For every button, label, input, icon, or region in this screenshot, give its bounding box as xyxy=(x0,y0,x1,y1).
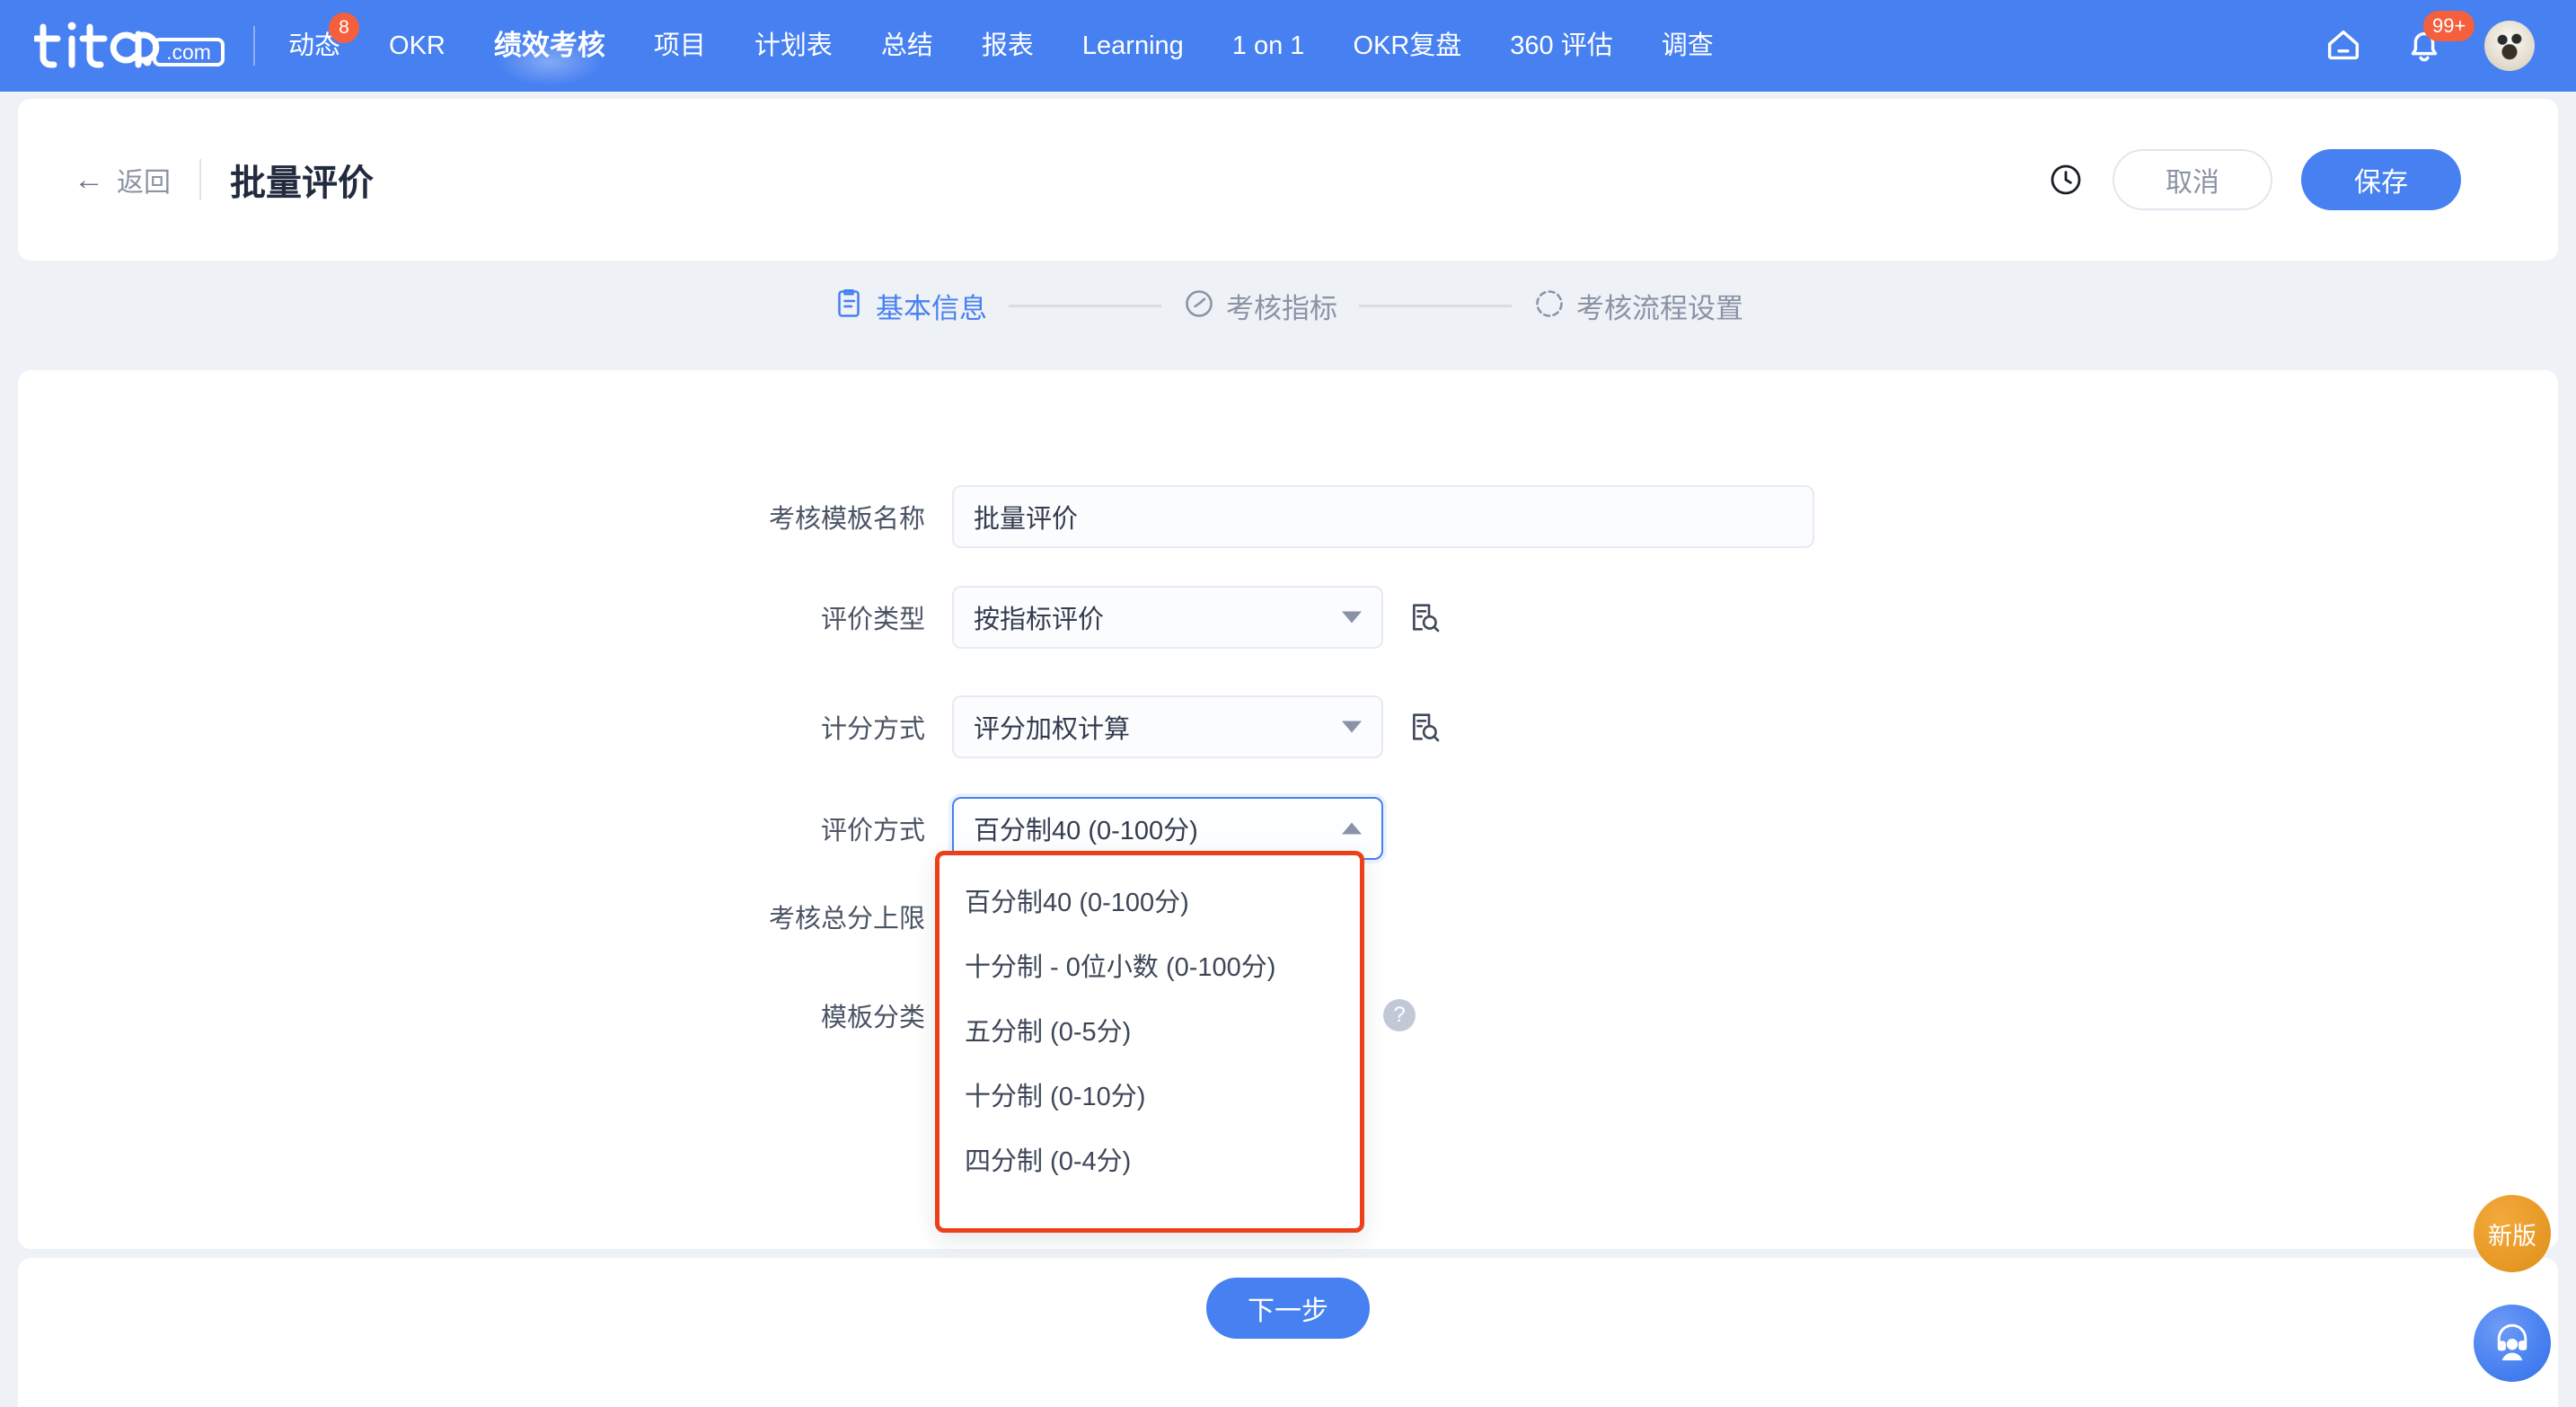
dropdown-option[interactable]: 百分制40 (0-100分) xyxy=(940,868,1360,933)
nav-items: 动态 8 OKR 绩效考核 项目 计划表 总结 报表 Learning 1 on… xyxy=(264,0,1738,92)
nav-item-okr[interactable]: OKR xyxy=(365,0,470,92)
step-label: 基本信息 xyxy=(876,293,987,324)
svg-text:.com: .com xyxy=(166,40,211,64)
eval-type-value: 按指标评价 xyxy=(974,606,1105,634)
dropdown-option[interactable]: 五分制 (0-5分) xyxy=(940,997,1360,1062)
clipboard-icon xyxy=(833,288,865,324)
field-row-eval-type: 评价类型 按指标评价 xyxy=(18,586,2558,649)
flow-icon xyxy=(1533,288,1566,324)
nav-item-project[interactable]: 项目 xyxy=(630,0,730,92)
nav-item-survey[interactable]: 调查 xyxy=(1637,0,1738,92)
eval-mode-value: 百分制40 (0-100分) xyxy=(974,817,1198,845)
nav-item-okr-review[interactable]: OKR复盘 xyxy=(1328,0,1486,92)
step-label: 考核指标 xyxy=(1226,293,1337,324)
nav-divider xyxy=(253,26,255,66)
template-category-label: 模板分类 xyxy=(820,1004,925,1032)
step-flow-settings[interactable]: 考核流程设置 xyxy=(1533,286,1743,326)
tita-logo[interactable]: .com xyxy=(34,18,234,74)
arrow-left-icon: ← xyxy=(74,163,104,197)
clock-icon[interactable] xyxy=(2048,162,2084,198)
chevron-down-icon xyxy=(1342,611,1362,624)
template-name-input[interactable]: 批量评价 xyxy=(952,485,1814,548)
new-version-badge[interactable]: 新版 xyxy=(2474,1195,2551,1272)
page-header-card: ← 返回 批量评价 取消 保存 xyxy=(18,99,2558,261)
step-connector xyxy=(1359,305,1512,307)
nav-item-one-on-one[interactable]: 1 on 1 xyxy=(1208,0,1329,92)
template-name-label: 考核模板名称 xyxy=(768,505,925,534)
avatar[interactable] xyxy=(2484,21,2535,71)
header-divider xyxy=(199,159,201,200)
nav-item-dongtai[interactable]: 动态 8 xyxy=(264,0,365,92)
doc-search-icon[interactable] xyxy=(1407,599,1442,635)
step-label: 考核流程设置 xyxy=(1576,293,1743,324)
nav-item-performance-review[interactable]: 绩效考核 xyxy=(470,0,630,92)
chevron-down-icon xyxy=(1342,721,1362,733)
question-icon[interactable]: ? xyxy=(1383,999,1416,1031)
score-method-value: 评分加权计算 xyxy=(974,715,1131,744)
eval-mode-label: 评价方式 xyxy=(820,817,925,845)
step-basic-info[interactable]: 基本信息 xyxy=(833,286,987,326)
nav-item-report[interactable]: 报表 xyxy=(957,0,1058,92)
header-actions: 取消 保存 xyxy=(2048,149,2461,210)
chevron-up-icon xyxy=(1342,822,1362,835)
nav-item-summary[interactable]: 总结 xyxy=(857,0,957,92)
nav-badge: 8 xyxy=(329,13,360,43)
step-assessment-metrics[interactable]: 考核指标 xyxy=(1183,286,1337,326)
page-title: 批量评价 xyxy=(230,164,374,203)
dropdown-option[interactable]: 十分制 (0-10分) xyxy=(940,1062,1360,1127)
headset-support-icon[interactable] xyxy=(2474,1305,2551,1382)
eval-mode-dropdown-panel: 百分制40 (0-100分) 十分制 - 0位小数 (0-100分) 五分制 (… xyxy=(935,851,1364,1233)
step-connector xyxy=(1009,305,1161,307)
target-icon xyxy=(1183,288,1215,324)
footer-card: 下一步 xyxy=(18,1258,2558,1407)
score-method-select[interactable]: 评分加权计算 xyxy=(952,695,1383,758)
doc-search-icon[interactable] xyxy=(1407,709,1442,745)
step-indicator: 基本信息 考核指标 考核流程设置 xyxy=(0,286,2576,326)
eval-type-label: 评价类型 xyxy=(820,606,925,634)
home-icon[interactable] xyxy=(2323,25,2364,66)
cancel-button[interactable]: 取消 xyxy=(2113,149,2272,210)
nav-item-plan[interactable]: 计划表 xyxy=(730,0,857,92)
dropdown-option[interactable]: 十分制 - 0位小数 (0-100分) xyxy=(940,933,1360,997)
save-button[interactable]: 保存 xyxy=(2301,149,2461,210)
nav-right-actions: 99+ xyxy=(2323,11,2535,71)
bell-icon[interactable]: 99+ xyxy=(2404,11,2475,66)
dropdown-option[interactable]: 四分制 (0-4分) xyxy=(940,1127,1360,1191)
total-limit-label: 考核总分上限 xyxy=(768,905,925,934)
template-name-value: 批量评价 xyxy=(974,505,1079,534)
field-row-template-name: 考核模板名称 批量评价 xyxy=(18,485,2558,548)
nav-item-learning[interactable]: Learning xyxy=(1058,0,1208,92)
score-method-label: 计分方式 xyxy=(820,715,925,744)
top-navigation-bar: .com 动态 8 OKR 绩效考核 项目 计划表 总结 报表 Learning… xyxy=(0,0,2576,92)
nav-item-360-assessment[interactable]: 360 评估 xyxy=(1486,0,1636,92)
bell-badge: 99+ xyxy=(2423,11,2475,41)
field-row-score-method: 计分方式 评分加权计算 xyxy=(18,695,2558,758)
eval-type-select[interactable]: 按指标评价 xyxy=(952,586,1383,649)
next-step-button[interactable]: 下一步 xyxy=(1206,1278,1370,1339)
back-button[interactable]: ← 返回 xyxy=(74,160,171,199)
back-label: 返回 xyxy=(117,168,171,198)
